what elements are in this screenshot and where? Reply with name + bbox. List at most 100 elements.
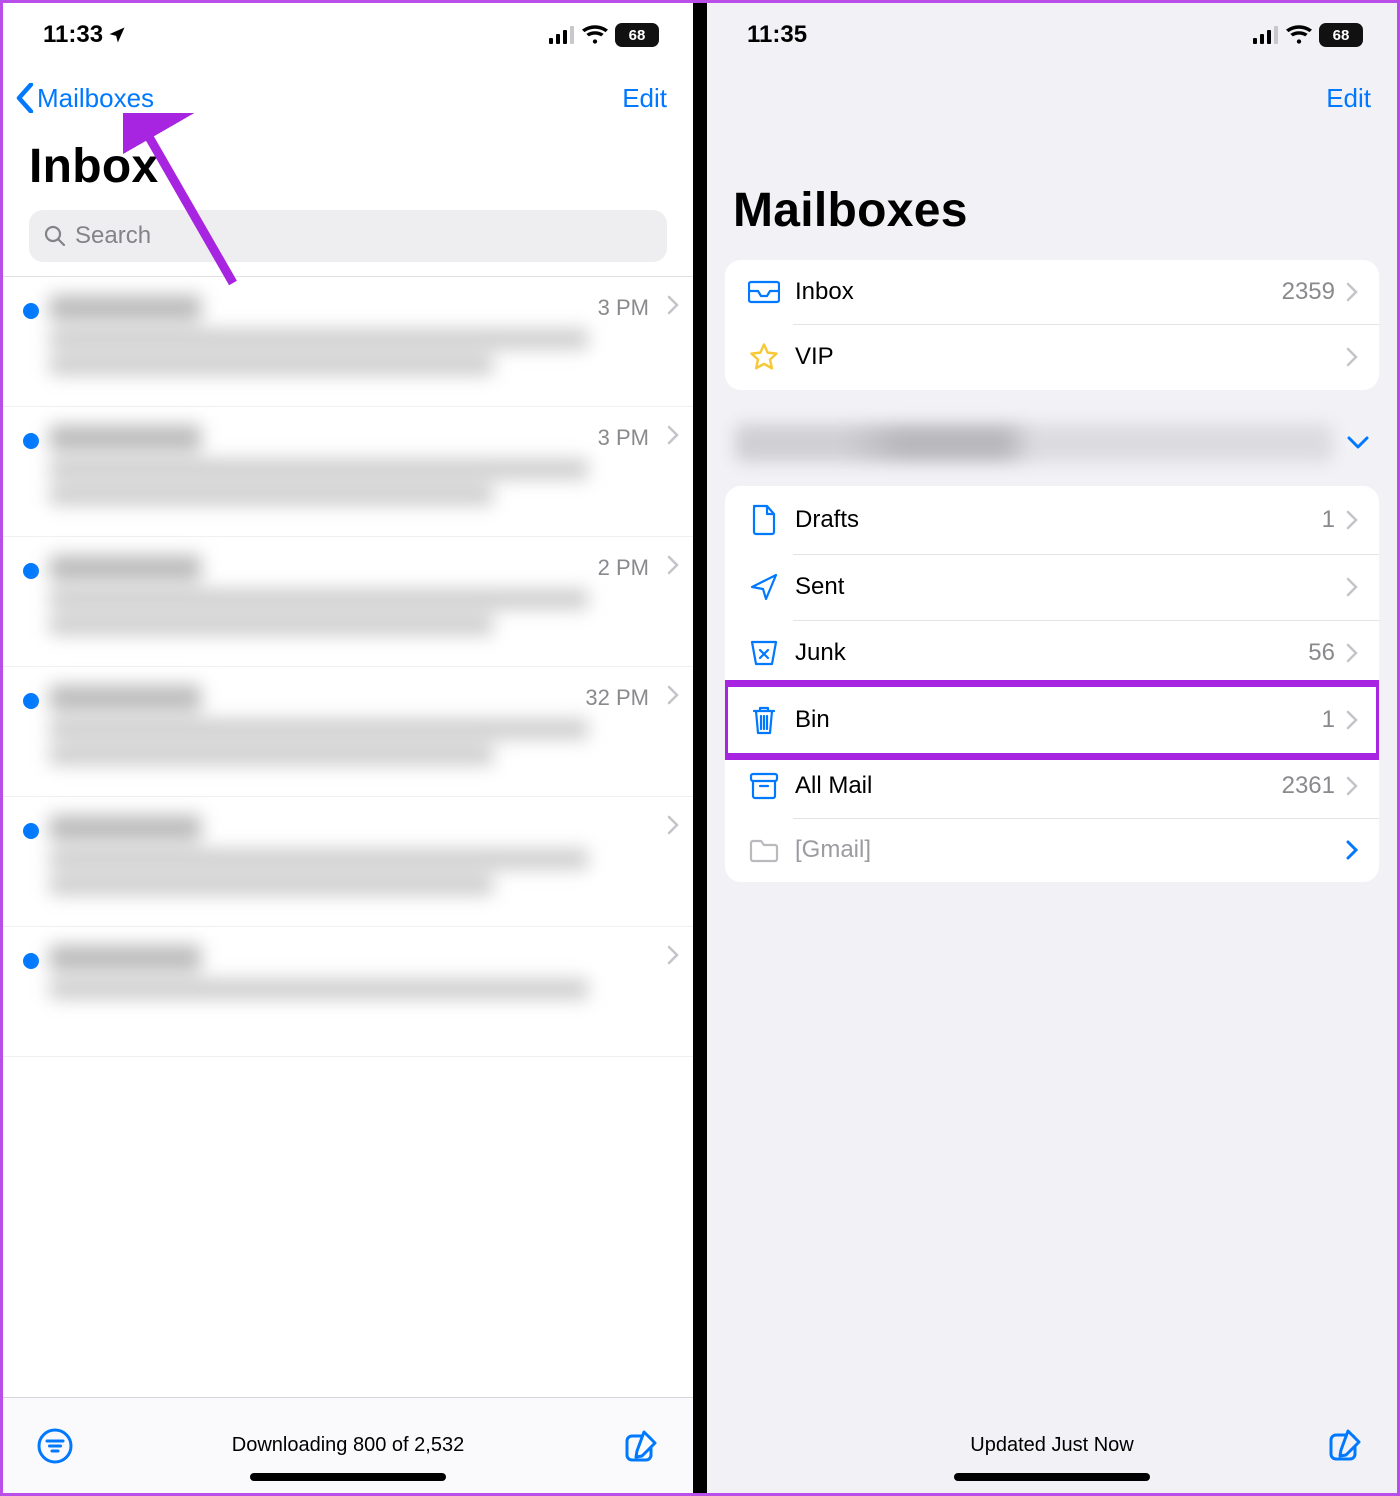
status-bar: 11:33 68 xyxy=(3,3,693,67)
inbox-icon xyxy=(743,279,785,305)
row-label: Drafts xyxy=(795,506,1322,534)
row-label: VIP xyxy=(795,343,1341,371)
message-row[interactable] xyxy=(3,797,693,927)
chevron-right-icon xyxy=(667,425,679,445)
chevron-right-icon xyxy=(1341,710,1363,730)
compose-button[interactable] xyxy=(1321,1426,1369,1464)
row-label: All Mail xyxy=(795,772,1282,800)
status-time: 11:33 xyxy=(43,21,127,49)
message-preview xyxy=(49,295,683,388)
row-label: Inbox xyxy=(795,278,1282,306)
trash-icon xyxy=(743,704,785,736)
chevron-right-icon xyxy=(667,815,679,835)
row-label: Junk xyxy=(795,639,1308,667)
mailbox-row-inbox[interactable]: Inbox 2359 xyxy=(725,260,1379,324)
mailbox-group-account: Drafts 1 Sent Junk 56 xyxy=(725,486,1379,882)
back-label: Mailboxes xyxy=(37,83,154,114)
nav-bar: Edit xyxy=(707,67,1397,125)
message-row[interactable]: 3 PM xyxy=(3,407,693,537)
chevron-right-icon xyxy=(1341,347,1363,367)
chevron-right-icon xyxy=(1341,510,1363,530)
chevron-right-icon xyxy=(1341,282,1363,302)
toolbar-status: Downloading 800 of 2,532 xyxy=(79,1434,617,1457)
send-icon xyxy=(743,572,785,602)
cell-signal-icon xyxy=(549,26,575,44)
unread-dot-icon xyxy=(23,303,39,319)
edit-button[interactable]: Edit xyxy=(1326,83,1371,114)
message-row[interactable] xyxy=(3,927,693,1057)
chevron-right-icon xyxy=(667,945,679,965)
chevron-right-icon xyxy=(667,295,679,315)
message-time: 3 PM xyxy=(598,295,649,321)
status-bar: 11:35 68 xyxy=(707,3,1397,67)
edit-button[interactable]: Edit xyxy=(622,83,667,114)
mailbox-row-allmail[interactable]: All Mail 2361 xyxy=(725,754,1379,818)
junk-icon xyxy=(743,638,785,668)
wifi-icon xyxy=(582,25,608,45)
filter-button[interactable] xyxy=(31,1427,79,1465)
page-title: Inbox xyxy=(3,125,693,206)
message-row[interactable]: 3 PM xyxy=(3,277,693,407)
row-count: 56 xyxy=(1308,639,1335,667)
mailbox-row-junk[interactable]: Junk 56 xyxy=(725,620,1379,686)
status-time: 11:35 xyxy=(747,21,807,49)
message-time: 2 PM xyxy=(598,555,649,581)
unread-dot-icon xyxy=(23,563,39,579)
row-count: 2361 xyxy=(1282,772,1335,800)
row-label: [Gmail] xyxy=(795,836,1341,864)
search-placeholder: Search xyxy=(75,222,151,250)
mailbox-row-gmail[interactable]: [Gmail] xyxy=(725,818,1379,882)
search-input[interactable]: Search xyxy=(29,210,667,262)
unread-dot-icon xyxy=(23,823,39,839)
mailbox-row-sent[interactable]: Sent xyxy=(725,554,1379,620)
message-time: 3 PM xyxy=(598,425,649,451)
star-icon xyxy=(743,342,785,372)
row-label: Sent xyxy=(795,573,1341,601)
back-mailboxes-button[interactable]: Mailboxes xyxy=(15,83,154,114)
chevron-right-icon xyxy=(1341,776,1363,796)
folder-icon xyxy=(743,837,785,863)
page-title: Mailboxes xyxy=(707,125,1397,250)
unread-dot-icon xyxy=(23,693,39,709)
row-label: Bin xyxy=(795,706,1322,734)
chevron-right-icon xyxy=(1341,643,1363,663)
row-count: 2359 xyxy=(1282,278,1335,306)
location-icon xyxy=(107,25,127,45)
home-indicator[interactable] xyxy=(250,1473,446,1481)
doc-icon xyxy=(743,504,785,536)
phone-inbox: 11:33 68 Mailboxes xyxy=(3,3,693,1493)
home-indicator[interactable] xyxy=(954,1473,1150,1481)
message-preview xyxy=(49,555,683,648)
message-list[interactable]: 3 PM 3 PM 2 PM 32 PM xyxy=(3,276,693,1397)
message-time: 32 PM xyxy=(585,685,649,711)
mailbox-row-drafts[interactable]: Drafts 1 xyxy=(725,486,1379,554)
chevron-right-icon xyxy=(1341,840,1363,860)
archive-icon xyxy=(743,772,785,800)
message-row[interactable]: 2 PM xyxy=(3,537,693,667)
message-row[interactable]: 32 PM xyxy=(3,667,693,797)
toolbar-status: Updated Just Now xyxy=(783,1434,1321,1457)
unread-dot-icon xyxy=(23,433,39,449)
chevron-right-icon xyxy=(667,685,679,705)
message-preview xyxy=(49,815,683,908)
nav-bar: Mailboxes Edit xyxy=(3,67,693,125)
mailbox-row-vip[interactable]: VIP xyxy=(725,324,1379,390)
mailbox-group-top: Inbox 2359 VIP xyxy=(725,260,1379,390)
row-count: 1 xyxy=(1322,506,1335,534)
unread-dot-icon xyxy=(23,953,39,969)
account-section-header[interactable] xyxy=(735,418,1369,468)
message-preview xyxy=(49,425,683,518)
status-indicators: 68 xyxy=(1253,23,1363,47)
account-name-blurred xyxy=(735,424,1333,462)
chevron-right-icon xyxy=(667,555,679,575)
status-indicators: 68 xyxy=(549,23,659,47)
chevron-right-icon xyxy=(1341,577,1363,597)
mailbox-row-bin[interactable]: Bin 1 xyxy=(725,686,1379,754)
battery-icon: 68 xyxy=(615,23,659,47)
message-preview xyxy=(49,945,683,1038)
chevron-down-icon xyxy=(1347,436,1369,450)
phone-mailboxes: 11:35 68 Edit Mailboxes xyxy=(707,3,1397,1493)
wifi-icon xyxy=(1286,25,1312,45)
compose-button[interactable] xyxy=(617,1427,665,1465)
row-count: 1 xyxy=(1322,706,1335,734)
